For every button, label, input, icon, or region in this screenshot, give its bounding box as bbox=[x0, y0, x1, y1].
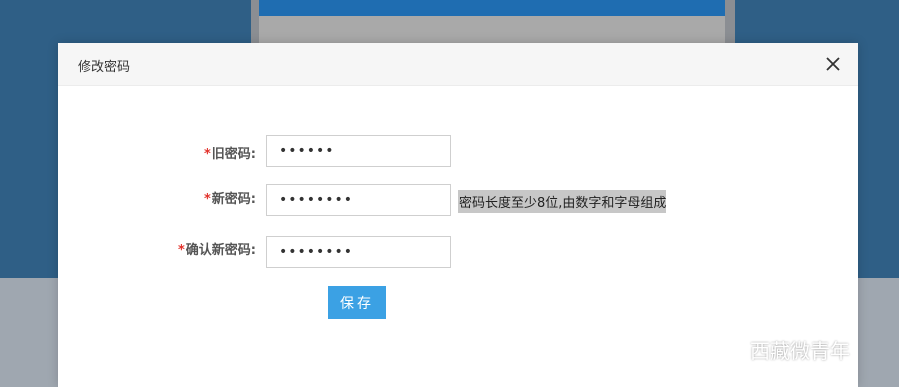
confirm-password-input[interactable] bbox=[266, 236, 451, 268]
old-password-label-text: 旧密码: bbox=[211, 147, 256, 162]
old-password-row: *旧密码: bbox=[58, 135, 858, 169]
confirm-password-label-text: 确认新密码: bbox=[185, 243, 256, 258]
new-password-label-text: 新密码: bbox=[211, 192, 256, 207]
confirm-password-label: *确认新密码: bbox=[178, 239, 256, 258]
dialog-title: 修改密码 bbox=[78, 60, 131, 75]
save-button[interactable]: 保存 bbox=[328, 286, 386, 319]
new-password-row: *新密码: 密码长度至少8位,由数字和字母组成 bbox=[58, 184, 858, 218]
background-blue-bar bbox=[259, 0, 725, 16]
wechat-icon bbox=[710, 336, 742, 361]
password-hint: 密码长度至少8位,由数字和字母组成 bbox=[458, 190, 667, 213]
watermark-text: 西藏微青年 bbox=[750, 338, 850, 363]
required-mark: * bbox=[177, 243, 185, 258]
required-mark: * bbox=[203, 147, 211, 162]
new-password-input[interactable] bbox=[266, 184, 451, 216]
close-icon bbox=[826, 57, 840, 71]
confirm-password-row: *确认新密码: bbox=[58, 236, 858, 270]
new-password-label: *新密码: bbox=[204, 188, 256, 207]
old-password-label: *旧密码: bbox=[204, 143, 256, 162]
close-button[interactable] bbox=[824, 55, 842, 73]
old-password-input[interactable] bbox=[266, 135, 451, 167]
dialog-header: 修改密码 bbox=[58, 43, 858, 86]
watermark: 西藏微青年 bbox=[708, 332, 850, 366]
required-mark: * bbox=[203, 192, 211, 207]
